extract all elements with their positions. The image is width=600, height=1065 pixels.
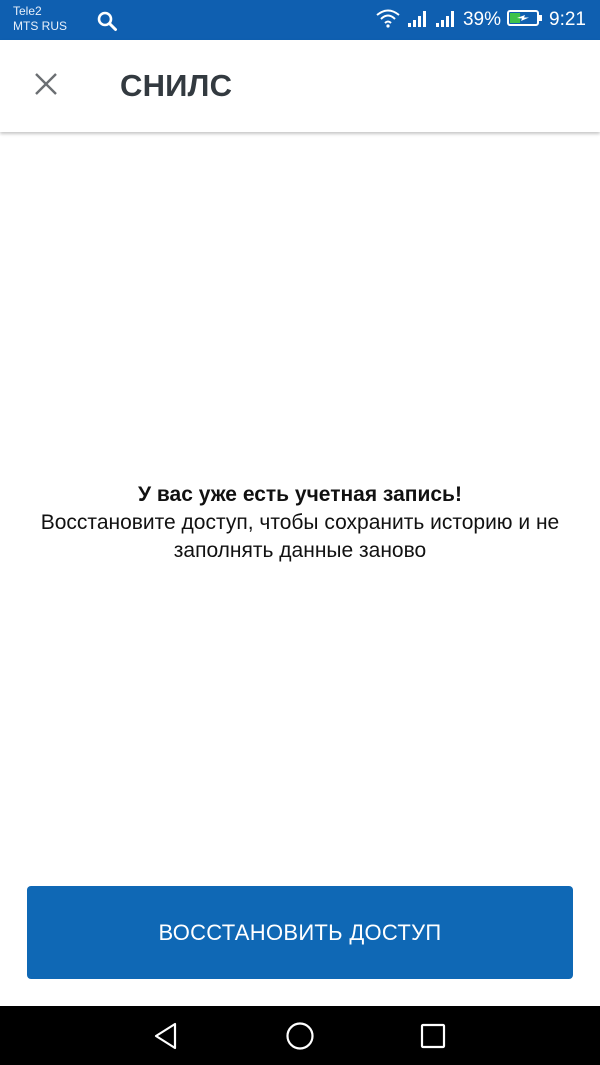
restore-access-label: ВОССТАНОВИТЬ ДОСТУП xyxy=(158,919,442,945)
recents-icon[interactable] xyxy=(415,1018,451,1054)
status-time: 9:21 xyxy=(549,9,586,30)
battery-percent: 39% xyxy=(462,9,502,30)
system-nav-bar xyxy=(0,1006,600,1065)
message-body: Восстановите доступ, чтобы сохранить ист… xyxy=(40,511,560,562)
signal-icon xyxy=(407,8,429,33)
restore-access-button[interactable]: ВОССТАНОВИТЬ ДОСТУП xyxy=(27,886,573,979)
signal-icon xyxy=(435,8,457,33)
message-title: У вас уже есть учетная запись! xyxy=(138,483,462,506)
home-icon[interactable] xyxy=(282,1018,318,1054)
wifi-icon xyxy=(375,8,401,33)
account-exists-message: У вас уже есть учетная запись! Восстанов… xyxy=(0,480,600,565)
carrier-1: Tele2 xyxy=(13,4,42,18)
back-icon[interactable] xyxy=(149,1018,185,1054)
carrier-2: MTS RUS xyxy=(13,19,67,33)
page-title: СНИЛС xyxy=(120,68,233,103)
close-icon xyxy=(34,72,58,101)
search-icon xyxy=(96,10,118,32)
carrier-info: Tele2 MTS RUS xyxy=(13,4,67,34)
close-button[interactable] xyxy=(24,64,68,108)
app-bar: СНИЛС xyxy=(0,40,600,132)
battery-charging-icon xyxy=(507,8,543,33)
status-bar: Tele2 MTS RUS 39% 9:21 xyxy=(0,0,600,40)
